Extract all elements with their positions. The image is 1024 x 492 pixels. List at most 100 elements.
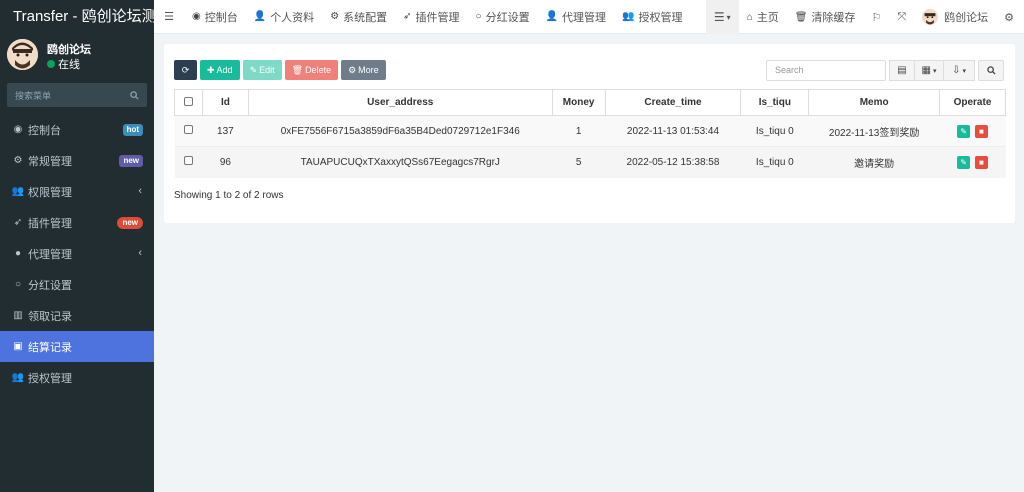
topnav-item-dashboard[interactable]: ◉ 控制台 bbox=[184, 0, 246, 34]
topnav-item-label: 授权管理 bbox=[638, 11, 683, 24]
dashboard-icon: ◉ bbox=[13, 124, 23, 135]
hot-badge: hot bbox=[122, 124, 143, 136]
cell-operate: ✎ ■ bbox=[939, 115, 1006, 147]
sidebar-item-claim-records[interactable]: ▥ 领取记录 bbox=[0, 300, 154, 331]
sidebar-item-authorization[interactable]: 👥 授权管理 bbox=[0, 362, 154, 393]
cogs-icon: ⚙ bbox=[13, 155, 23, 166]
sidebar-toggle-button[interactable]: ☰ bbox=[154, 0, 184, 34]
column-header-money[interactable]: Money bbox=[551, 89, 606, 116]
column-header-create-time[interactable]: Create_time bbox=[604, 89, 741, 116]
bars-icon: ☰ bbox=[713, 10, 725, 24]
pencil-icon: ✎ bbox=[960, 126, 967, 136]
plus-icon: ✚ bbox=[207, 64, 215, 75]
add-label: Add bbox=[216, 65, 233, 75]
topbar-right: ☰ ▾ ⌂ 主页 🗑 清除缓存 ⚐ ⤧ 鸥创论坛 ⚙ bbox=[705, 0, 1024, 34]
select-all-checkbox[interactable] bbox=[183, 96, 193, 106]
menu-icon: ☰ bbox=[164, 11, 174, 23]
column-header-operate: Operate bbox=[939, 89, 1006, 116]
cell-is-tiqu: Is_tiqu 0 bbox=[740, 146, 809, 178]
sidebar-item-label: 授权管理 bbox=[28, 372, 72, 385]
refresh-icon: ⟳ bbox=[181, 64, 190, 75]
export-button[interactable]: ⇩ ▾ bbox=[943, 60, 975, 81]
cell-id: 137 bbox=[202, 115, 249, 147]
refresh-button[interactable]: ⟳ bbox=[174, 60, 197, 80]
chevron-left-icon: ‹ bbox=[138, 185, 142, 197]
table-row[interactable]: 96 TAUAPUCUQxTXaxxytQSs67Eegagcs7RgrJ 5 … bbox=[174, 146, 1006, 178]
topnav-item-dividends[interactable]: ○ 分红设置 bbox=[468, 0, 538, 34]
clear-cache-label: 清除缓存 bbox=[811, 12, 856, 24]
row-delete-button[interactable]: ■ bbox=[974, 124, 988, 138]
sidebar-item-dividends[interactable]: ○ 分红设置 bbox=[0, 269, 154, 300]
cell-create-time: 2022-05-12 15:38:58 bbox=[605, 146, 741, 178]
topnav-item-label: 个人资料 bbox=[270, 11, 315, 24]
delete-button[interactable]: 🗑 Delete bbox=[284, 60, 339, 80]
user-status-text: 在线 bbox=[58, 59, 80, 71]
row-select-cell[interactable] bbox=[174, 146, 203, 178]
edit-button[interactable]: ✎ Edit bbox=[242, 60, 282, 80]
avatar bbox=[922, 9, 939, 25]
row-checkbox[interactable] bbox=[183, 156, 193, 166]
search-icon[interactable] bbox=[130, 90, 139, 100]
app-brand[interactable]: Transfer - 鸥创论坛测 bbox=[0, 0, 154, 34]
table-row[interactable]: 137 0xFE7556F6715a3859dF6a35B4Ded0729712… bbox=[174, 115, 1006, 147]
table-toolbar: ⟳ ✚ Add ✎ Edit 🗑 Delete ⚙ More bbox=[174, 60, 386, 80]
topnav-item-agents[interactable]: 👤 代理管理 bbox=[538, 0, 614, 34]
topnav-item-profile[interactable]: 👤 个人资料 bbox=[246, 0, 322, 34]
select-all-cell[interactable] bbox=[174, 89, 203, 116]
user-circle-icon: ● bbox=[14, 248, 22, 259]
column-header-is-tiqu[interactable]: Is_tiqu bbox=[740, 89, 809, 116]
columns-icon: ▦ bbox=[921, 65, 931, 76]
more-menu-dropdown[interactable]: ☰ ▾ bbox=[705, 0, 739, 34]
cell-create-time: 2022-11-13 01:53:44 bbox=[605, 115, 741, 147]
row-delete-button[interactable]: ■ bbox=[974, 155, 988, 169]
sidebar-item-dashboard[interactable]: ◉ 控制台 hot bbox=[0, 114, 154, 145]
cell-money: 1 bbox=[552, 115, 606, 147]
delete-label: Delete bbox=[305, 65, 332, 75]
cell-operate: ✎ ■ bbox=[939, 146, 1006, 178]
search-button[interactable] bbox=[978, 60, 1004, 81]
topnav-item-system-config[interactable]: ⚙ 系统配置 bbox=[322, 0, 395, 34]
row-checkbox[interactable] bbox=[183, 125, 193, 134]
fullscreen-button[interactable]: ⤧ bbox=[889, 0, 914, 34]
row-edit-button[interactable]: ✎ bbox=[957, 124, 971, 138]
more-button[interactable]: ⚙ More bbox=[341, 60, 386, 80]
users-icon: 👥 bbox=[622, 11, 635, 22]
caret-down-icon: ▾ bbox=[726, 12, 731, 22]
cell-user-address: TAUAPUCUQxTXaxxytQSs67Eegagcs7RgrJ bbox=[248, 146, 553, 178]
columns-button[interactable]: ▦ ▾ bbox=[914, 60, 944, 81]
column-header-id[interactable]: Id bbox=[201, 89, 249, 116]
cell-memo: 2022-11-13签到奖励 bbox=[808, 115, 940, 147]
sidebar-item-settlement-records[interactable]: ▣ 结算记录 bbox=[0, 331, 154, 362]
cog-icon: ⚙ bbox=[348, 64, 357, 75]
clear-cache-button[interactable]: 🗑 清除缓存 bbox=[787, 0, 864, 34]
sidebar-item-general[interactable]: ⚙ 常规管理 new bbox=[0, 145, 154, 176]
search-input[interactable]: Search bbox=[766, 60, 886, 81]
content-panel: ⟳ ✚ Add ✎ Edit 🗑 Delete ⚙ More Search ▤ … bbox=[164, 44, 1015, 223]
sidebar-search-input[interactable]: 搜索菜单 bbox=[7, 83, 147, 107]
language-button[interactable]: ⚐ bbox=[863, 0, 889, 34]
topnav-item-label: 控制台 bbox=[204, 11, 238, 24]
pencil-icon: ✎ bbox=[960, 157, 967, 167]
home-link[interactable]: ⌂ 主页 bbox=[739, 0, 787, 34]
column-header-memo[interactable]: Memo bbox=[808, 89, 940, 116]
user-menu[interactable]: 鸥创论坛 bbox=[914, 0, 996, 34]
topnav-item-authorization[interactable]: 👥 授权管理 bbox=[614, 0, 690, 34]
cell-money: 5 bbox=[552, 146, 606, 178]
cell-user-address: 0xFE7556F6715a3859dF6a35B4Ded0729712e1F3… bbox=[248, 115, 553, 147]
sidebar-item-plugins[interactable]: ➶ 插件管理 new bbox=[0, 207, 154, 238]
user-name: 鸥创论坛 bbox=[47, 44, 91, 56]
sidebar-item-agents[interactable]: ● 代理管理 ‹ bbox=[0, 238, 154, 269]
row-edit-button[interactable]: ✎ bbox=[957, 155, 971, 169]
sidebar-item-permissions[interactable]: 👥 权限管理 ‹ bbox=[0, 176, 154, 207]
topnav-item-label: 系统配置 bbox=[343, 11, 388, 24]
toggle-view-button[interactable]: ▤ bbox=[889, 60, 915, 81]
table-tools: Search ▤ ▦ ▾ ⇩ ▾ bbox=[766, 60, 1004, 81]
add-button[interactable]: ✚ Add bbox=[200, 60, 240, 80]
settings-button[interactable]: ⚙ bbox=[996, 0, 1024, 34]
caret-down-icon: ▾ bbox=[932, 67, 937, 75]
topnav-item-plugins[interactable]: ➶ 插件管理 bbox=[395, 0, 467, 34]
sidebar-item-label: 插件管理 bbox=[28, 217, 72, 230]
column-header-user-address[interactable]: User_address bbox=[247, 89, 553, 116]
row-select-cell[interactable] bbox=[174, 115, 203, 147]
user-icon: 👤 bbox=[253, 11, 267, 22]
